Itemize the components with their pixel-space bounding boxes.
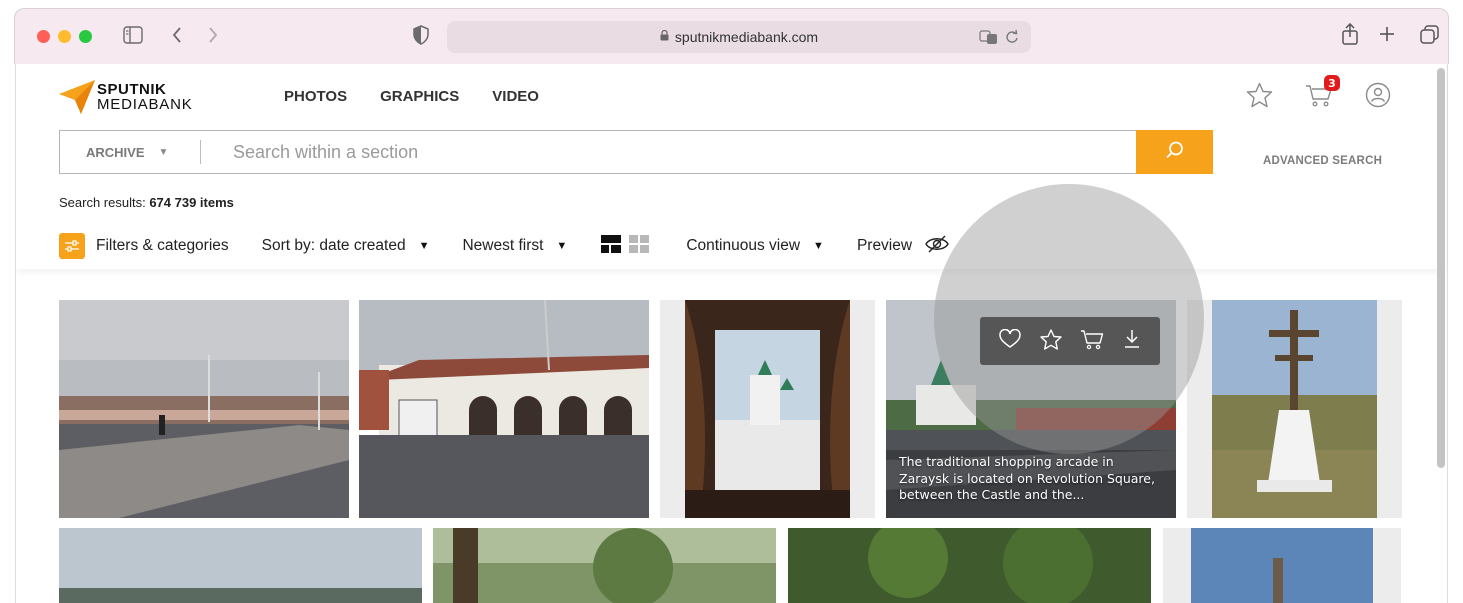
search-button[interactable] (1136, 130, 1213, 174)
caret-down-icon: ▼ (556, 240, 568, 252)
lock-icon (660, 29, 669, 44)
close-window-button[interactable] (37, 30, 50, 43)
photo-tile[interactable] (433, 528, 776, 603)
layout-toggle (601, 234, 650, 258)
account-icon[interactable] (1365, 82, 1391, 112)
grid-layout-icon[interactable] (629, 234, 650, 258)
results-toolbar: Filters & categories Sort by: date creat… (59, 232, 950, 260)
photo-tile[interactable] (660, 300, 875, 518)
web-page: SPUTNIK MEDIABANK PHOTOS GRAPHICS VIDEO … (15, 64, 1448, 603)
caret-down-icon: ▼ (813, 240, 824, 252)
favorite-star-icon[interactable] (1040, 328, 1062, 354)
filters-icon (59, 233, 85, 259)
order-dropdown[interactable]: Newest first ▼ (462, 237, 567, 255)
cart-icon (1305, 85, 1333, 111)
window-controls (37, 30, 92, 43)
translate-icon[interactable] (979, 29, 999, 48)
favorites-star-icon[interactable] (1246, 82, 1273, 112)
section-select-label: ARCHIVE (86, 144, 145, 160)
like-heart-icon[interactable] (999, 328, 1021, 353)
site-logo[interactable]: SPUTNIK MEDIABANK (59, 80, 193, 114)
search-results-count: Search results: 674 739 items (59, 195, 234, 210)
photo-tile[interactable] (59, 300, 349, 518)
minimize-window-button[interactable] (58, 30, 71, 43)
search-icon (1165, 140, 1185, 164)
site-header: SPUTNIK MEDIABANK PHOTOS GRAPHICS VIDEO … (16, 64, 1446, 269)
view-mode-dropdown[interactable]: Continuous view ▼ (686, 237, 824, 255)
sputnik-logo-icon (59, 80, 95, 114)
browser-toolbar: sputnikmediabank.com (14, 8, 1449, 64)
reload-icon[interactable] (1005, 29, 1019, 48)
photo-caption: The traditional shopping arcade in Zaray… (899, 454, 1155, 502)
sidebar-toggle-icon[interactable] (123, 26, 143, 48)
share-icon[interactable] (1341, 22, 1359, 49)
sort-dropdown[interactable]: Sort by: date created ▼ (262, 237, 430, 255)
header-actions: 3 (1246, 75, 1391, 112)
maximize-window-button[interactable] (79, 30, 92, 43)
page-scrollbar[interactable] (1437, 68, 1445, 468)
order-label: Newest first (462, 237, 544, 254)
photo-tile[interactable] (359, 300, 649, 518)
cart-count-badge: 3 (1324, 75, 1340, 91)
filters-label: Filters & categories (96, 237, 229, 254)
cart-button[interactable]: 3 (1305, 75, 1340, 111)
add-to-cart-icon[interactable] (1080, 329, 1104, 354)
address-bar[interactable]: sputnikmediabank.com (447, 21, 1031, 53)
filters-button[interactable]: Filters & categories (59, 233, 229, 259)
photo-tile[interactable] (1163, 528, 1401, 603)
new-tab-icon[interactable] (1378, 25, 1396, 47)
results-label: Search results: (59, 195, 150, 210)
sort-label: Sort by: date created (261, 237, 406, 254)
nav-graphics[interactable]: GRAPHICS (380, 88, 459, 105)
view-mode-label: Continuous view (686, 237, 801, 254)
section-select[interactable]: ARCHIVE ▼ (60, 145, 200, 160)
main-nav: PHOTOS GRAPHICS VIDEO (284, 88, 539, 105)
advanced-search-link[interactable]: ADVANCED SEARCH (1263, 155, 1382, 167)
eye-hidden-icon (924, 234, 950, 259)
mosaic-layout-icon[interactable] (601, 234, 622, 258)
results-number: 674 739 items (149, 195, 234, 210)
logo-text-line2: MEDIABANK (97, 96, 193, 113)
preview-toggle[interactable]: Preview (857, 234, 950, 259)
photo-tile[interactable] (788, 528, 1151, 603)
nav-video[interactable]: VIDEO (492, 88, 539, 105)
caret-down-icon: ▼ (418, 240, 430, 252)
preview-label: Preview (856, 237, 913, 254)
logo-text-line1: SPUTNIK (97, 81, 167, 98)
forward-icon[interactable] (207, 25, 219, 49)
caret-down-icon: ▼ (158, 146, 169, 158)
search-input[interactable] (201, 131, 1136, 173)
photo-actions-bar (980, 317, 1160, 365)
photo-tile[interactable] (1187, 300, 1402, 518)
tab-overview-icon[interactable] (1420, 25, 1440, 49)
search-bar: ARCHIVE ▼ (59, 130, 1213, 174)
download-icon[interactable] (1123, 329, 1141, 353)
photo-tile[interactable] (59, 528, 422, 603)
url-text: sputnikmediabank.com (674, 29, 819, 45)
nav-photos[interactable]: PHOTOS (284, 88, 347, 105)
back-icon[interactable] (171, 25, 183, 49)
privacy-shield-icon[interactable] (413, 25, 429, 49)
